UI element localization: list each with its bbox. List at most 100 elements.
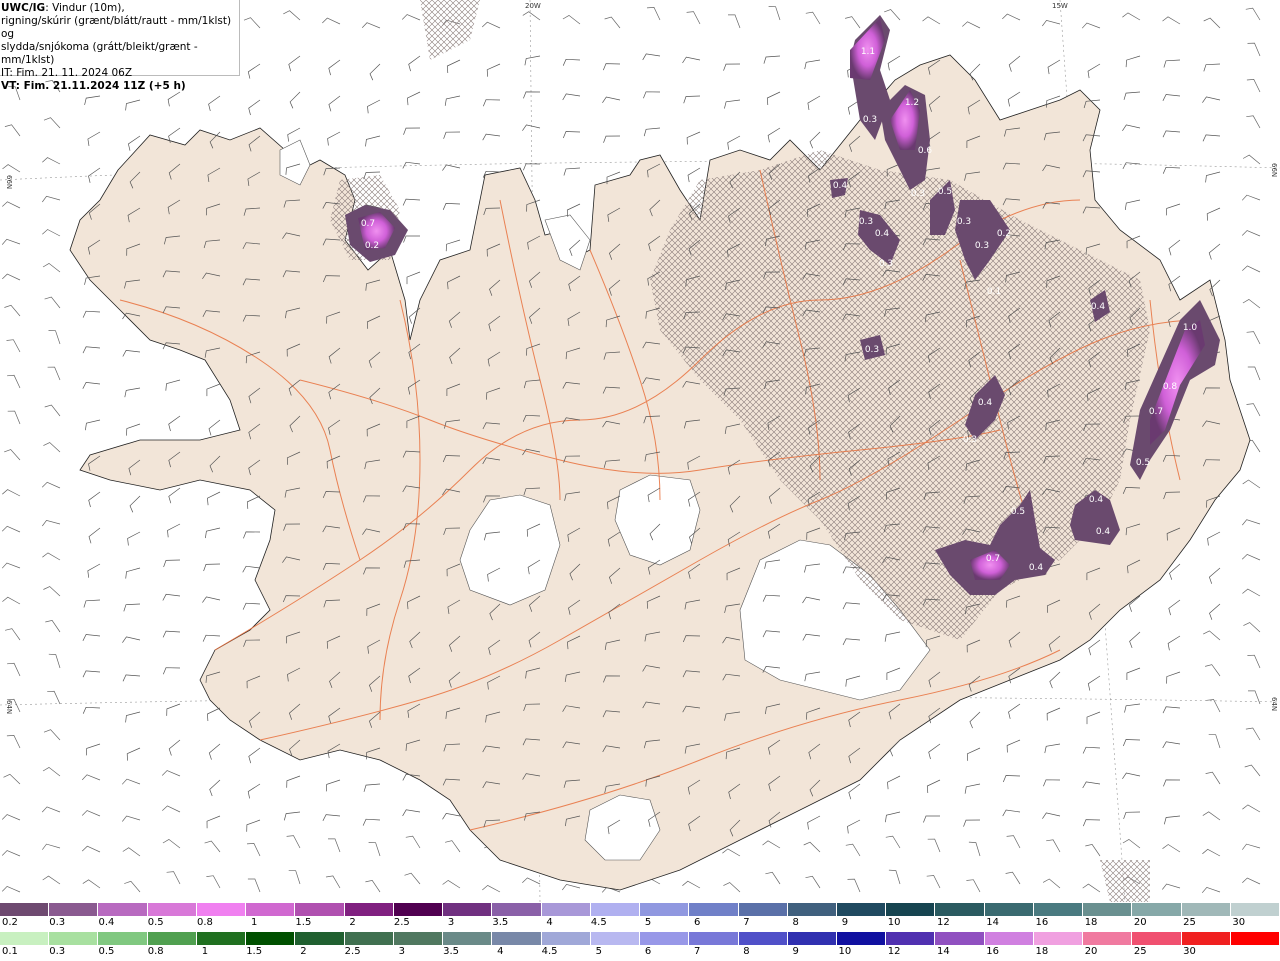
- wind-barb: [1205, 171, 1221, 183]
- wind-barb: [1208, 243, 1221, 260]
- wind-barb: [963, 819, 981, 827]
- wind-barb: [1122, 772, 1141, 779]
- legend-swatch: [1083, 903, 1133, 916]
- wind-barb: [369, 63, 381, 81]
- legend-swatch: [196, 932, 247, 945]
- wind-barb: [1244, 764, 1261, 777]
- wind-barb: [1042, 20, 1061, 27]
- wind-barb: [442, 203, 461, 210]
- wind-barb: [887, 775, 901, 790]
- wind-barb: [365, 880, 381, 893]
- legend-swatch: [0, 932, 50, 945]
- legend-swatch: [689, 903, 739, 916]
- wind-barb: [926, 875, 941, 889]
- wind-barb: [246, 819, 261, 832]
- wind-barb: [368, 842, 381, 857]
- wind-barb: [7, 662, 21, 677]
- wind-barb: [1201, 886, 1221, 894]
- wind-barb: [486, 63, 501, 77]
- info-line-2: rigning/skúrir (grænt/blátt/rautt - mm/1…: [1, 15, 232, 40]
- wind-barb: [247, 63, 261, 79]
- wind-barb: [88, 491, 101, 508]
- wind-barb: [1006, 739, 1021, 753]
- wind-barb: [1002, 13, 1021, 21]
- legend-tick-label: 20: [1133, 917, 1147, 928]
- wind-barb: [81, 774, 101, 781]
- wind-barb: [1247, 42, 1261, 57]
- legend-swatch: [541, 903, 591, 916]
- wind-barb: [522, 877, 541, 885]
- wind-barb: [1208, 733, 1221, 749]
- wind-barb: [562, 131, 581, 139]
- legend-swatch: [295, 932, 345, 945]
- precip-label: 0.5: [1011, 507, 1025, 517]
- legend-swatch: [590, 932, 641, 945]
- wind-barb: [1044, 743, 1061, 754]
- wind-barb: [407, 91, 421, 106]
- legend-tick-label: 6: [644, 946, 652, 957]
- wind-barb: [1, 885, 21, 893]
- wind-barb: [125, 711, 141, 723]
- wind-barb: [1122, 739, 1141, 747]
- wind-barb: [722, 848, 741, 857]
- info-line-5: VT: Fim. 21.11.2024 11Z (+5 h): [1, 80, 186, 92]
- precip-label: 0.7: [986, 554, 1000, 564]
- wind-barb: [209, 779, 221, 797]
- wind-barb: [168, 487, 181, 504]
- wind-barb: [401, 14, 421, 21]
- wind-barb: [1082, 883, 1101, 893]
- wind-barb: [762, 840, 781, 849]
- wind-barb: [328, 59, 341, 76]
- wind-barb: [283, 811, 301, 821]
- wind-barb: [443, 131, 461, 139]
- wind-barb: [403, 127, 421, 135]
- wind-barb: [41, 481, 61, 489]
- wind-barb: [82, 310, 101, 318]
- wind-barb: [126, 423, 141, 436]
- wind-barb: [1086, 711, 1101, 725]
- legend-rain-bar: [0, 932, 1280, 945]
- wind-barb: [1246, 79, 1261, 93]
- wind-barb: [48, 330, 61, 345]
- wind-barb: [928, 743, 941, 760]
- wind-barb: [964, 783, 981, 794]
- wind-barb: [727, 135, 741, 150]
- wind-barb: [1241, 553, 1261, 561]
- wind-barb: [82, 346, 101, 354]
- wind-barb: [4, 124, 21, 137]
- legend-tick-label: 20: [1084, 946, 1098, 957]
- wind-barb: [247, 783, 261, 799]
- wind-barb: [1202, 848, 1221, 857]
- wind-barb: [248, 747, 261, 764]
- wind-barb: [1241, 194, 1261, 201]
- wind-barb: [404, 872, 421, 885]
- wind-barb: [1242, 588, 1261, 597]
- precip-label: 0.3: [865, 345, 879, 355]
- wind-barb: [682, 56, 701, 64]
- wind-barb: [1165, 203, 1181, 216]
- wind-barb: [1049, 671, 1061, 689]
- wind-barb: [1242, 519, 1261, 526]
- wind-barb: [1163, 815, 1181, 825]
- wind-barb: [367, 99, 381, 114]
- wind-barb: [166, 871, 181, 885]
- legend-swatch: [738, 932, 788, 945]
- legend-swatch: [295, 903, 345, 916]
- wind-barb: [127, 531, 141, 546]
- wind-barb: [643, 127, 661, 137]
- wind-barb: [405, 835, 421, 849]
- wind-barb: [1205, 771, 1221, 785]
- wind-barb: [603, 135, 621, 143]
- wind-barb: [85, 419, 101, 431]
- wind-barb: [922, 16, 941, 25]
- wind-barb: [84, 95, 101, 105]
- legend-swatch: [196, 903, 247, 916]
- wind-barb: [286, 775, 301, 788]
- wind-barb: [1203, 63, 1221, 72]
- legend-swatch: [344, 903, 394, 916]
- legend-tick-label: 4.5: [590, 917, 607, 928]
- wind-barb: [1, 525, 21, 533]
- legend-swatch: [1181, 903, 1231, 916]
- wind-barb: [1, 238, 21, 245]
- wind-barb: [47, 690, 61, 705]
